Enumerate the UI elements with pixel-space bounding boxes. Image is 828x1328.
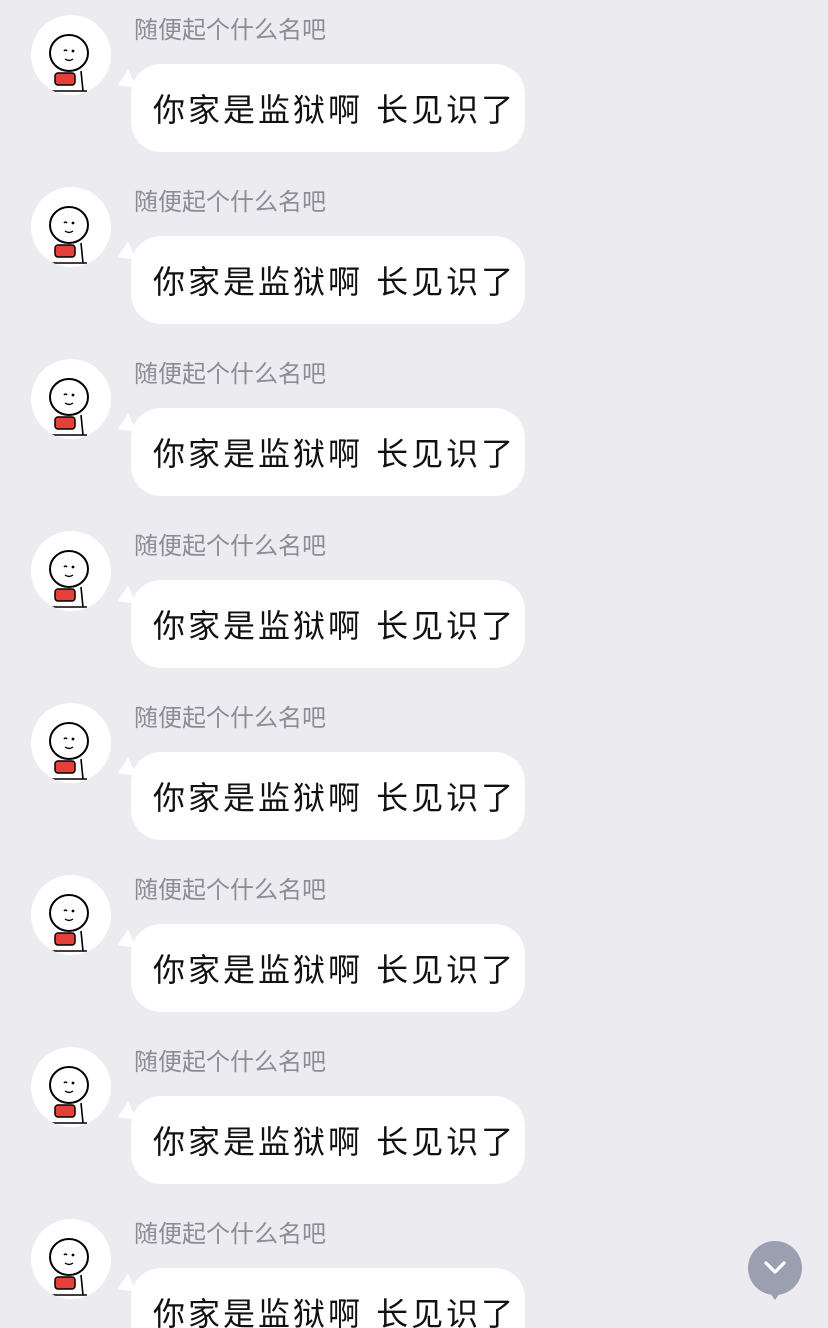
avatar[interactable] [31,531,111,611]
avatar[interactable] [31,703,111,783]
message-text: 你家是监狱啊 长见识了 [153,779,517,817]
message-bubble[interactable]: 你家是监狱啊 长见识了 [131,1268,525,1328]
cartoon-avatar-icon [49,206,89,264]
message-text: 你家是监狱啊 长见识了 [153,1295,517,1328]
cartoon-avatar-icon [49,894,89,952]
cartoon-avatar-icon [49,34,89,92]
sender-name: 随便起个什么名吧 [134,704,326,732]
avatar[interactable] [31,1047,111,1127]
avatar[interactable] [31,15,111,95]
message-bubble[interactable]: 你家是监狱啊 长见识了 [131,408,525,496]
message-row: 随便起个什么名吧 你家是监狱啊 长见识了 [0,1032,828,1204]
message-row: 随便起个什么名吧 你家是监狱啊 长见识了 [0,860,828,1032]
message-text: 你家是监狱啊 长见识了 [153,607,517,645]
cartoon-avatar-icon [49,550,89,608]
message-row: 随便起个什么名吧 你家是监狱啊 长见识了 [0,0,828,172]
message-bubble[interactable]: 你家是监狱啊 长见识了 [131,580,525,668]
sender-name: 随便起个什么名吧 [134,1220,326,1248]
sender-name: 随便起个什么名吧 [134,532,326,560]
cartoon-avatar-icon [49,378,89,436]
message-row: 随便起个什么名吧 你家是监狱啊 长见识了 [0,344,828,516]
message-bubble[interactable]: 你家是监狱啊 长见识了 [131,1096,525,1184]
avatar[interactable] [31,187,111,267]
message-bubble[interactable]: 你家是监狱啊 长见识了 [131,236,525,324]
message-row: 随便起个什么名吧 你家是监狱啊 长见识了 [0,1204,828,1328]
avatar[interactable] [31,359,111,439]
message-row: 随便起个什么名吧 你家是监狱啊 长见识了 [0,172,828,344]
cartoon-avatar-icon [49,1066,89,1124]
message-text: 你家是监狱啊 长见识了 [153,951,517,989]
sender-name: 随便起个什么名吧 [134,360,326,388]
message-bubble[interactable]: 你家是监狱啊 长见识了 [131,752,525,840]
message-bubble[interactable]: 你家是监狱啊 长见识了 [131,924,525,1012]
message-bubble[interactable]: 你家是监狱啊 长见识了 [131,64,525,152]
sender-name: 随便起个什么名吧 [134,16,326,44]
sender-name: 随便起个什么名吧 [134,1048,326,1076]
message-row: 随便起个什么名吧 你家是监狱啊 长见识了 [0,688,828,860]
message-text: 你家是监狱啊 长见识了 [153,435,517,473]
scroll-to-bottom-button[interactable] [748,1241,802,1300]
avatar[interactable] [31,875,111,955]
message-row: 随便起个什么名吧 你家是监狱啊 长见识了 [0,516,828,688]
message-text: 你家是监狱啊 长见识了 [153,91,517,129]
chevron-down-icon [764,1261,786,1274]
message-text: 你家是监狱啊 长见识了 [153,263,517,301]
message-text: 你家是监狱啊 长见识了 [153,1123,517,1161]
avatar[interactable] [31,1219,111,1299]
chat-message-list[interactable]: 随便起个什么名吧 你家是监狱啊 长见识了 随便起个什么名吧 你家是监狱啊 长见识… [0,0,828,1328]
cartoon-avatar-icon [49,1238,89,1296]
cartoon-avatar-icon [49,722,89,780]
sender-name: 随便起个什么名吧 [134,876,326,904]
sender-name: 随便起个什么名吧 [134,188,326,216]
